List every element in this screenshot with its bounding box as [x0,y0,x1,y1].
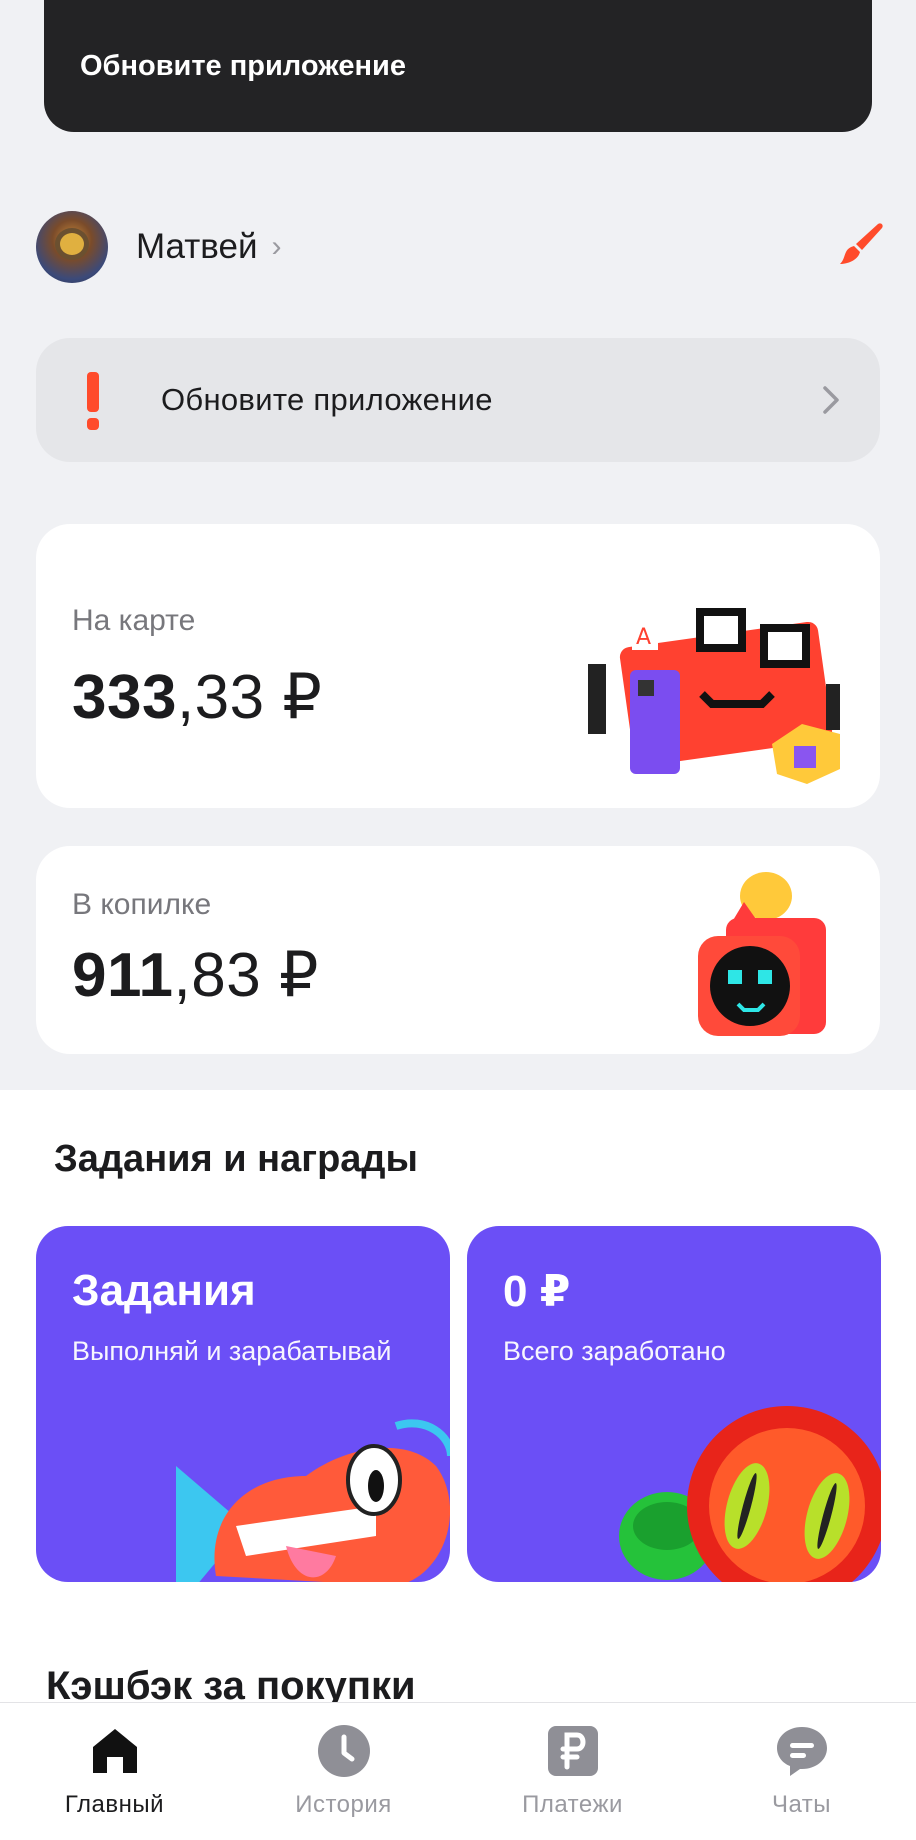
card-mascot-illustration: A [588,608,840,784]
piggy-bank-int: 911 [72,941,174,1010]
svg-text:A: A [636,625,651,650]
eyes-illustration [619,1406,881,1582]
update-banner[interactable]: Обновите приложение [36,338,880,462]
ruble-icon [547,1726,598,1776]
profile-row[interactable]: Матвей › [36,210,886,284]
profile-name[interactable]: Матвей [136,227,258,267]
piggy-bank-value: 911,83 ₽ [72,938,319,1011]
piggy-bank-label: В копилке [72,888,212,921]
piggy-bank-card[interactable]: В копилке 911,83 ₽ [36,846,880,1054]
update-banner-text: Обновите приложение [161,382,493,417]
piggy-bank-frac: ,83 ₽ [173,941,319,1010]
chevron-right-icon [823,386,839,414]
rewards-section-title: Задания и награды [54,1138,418,1180]
tab-home[interactable]: Главный [0,1703,229,1840]
update-toast[interactable]: Обновите приложение [44,0,872,132]
card-balance-frac: ,33 ₽ [176,663,323,732]
brush-icon[interactable] [834,220,886,272]
earned-card-subtitle: Всего заработано [503,1336,726,1366]
tasks-card[interactable]: Задания Выполняй и зарабатывай [36,1226,450,1582]
card-balance-label: На карте [72,604,196,637]
tab-payments-label: Платежи [522,1791,623,1818]
tab-chats-label: Чаты [771,1791,832,1818]
tab-payments[interactable]: Платежи [458,1703,687,1840]
earned-card[interactable]: 0 ₽ Всего заработано [467,1226,881,1582]
tab-home-label: Главный [64,1791,165,1818]
card-balance-int: 333 [72,663,177,732]
card-balance-value: 333,33 ₽ [72,660,322,733]
card-balance[interactable]: На карте 333,33 ₽ A [36,524,880,808]
tab-history-label: История [295,1791,392,1818]
clock-icon [317,1725,370,1777]
exclamation-icon [87,372,99,430]
bottom-tab-bar: Главный История Платежи Чаты [0,1702,916,1840]
earned-card-title: 0 ₽ [503,1267,571,1316]
piggy-mascot-illustration [698,872,826,1036]
avatar[interactable] [36,211,108,283]
tasks-card-title: Задания [72,1266,256,1315]
chat-icon [776,1727,827,1776]
tab-chats[interactable]: Чаты [687,1703,916,1840]
toast-text: Обновите приложение [80,49,406,82]
tab-history[interactable]: История [229,1703,458,1840]
home-icon [92,1729,137,1773]
dino-illustration [176,1419,450,1582]
tasks-card-subtitle: Выполняй и зарабатывай [72,1336,392,1366]
chevron-right-icon: › [271,230,282,263]
